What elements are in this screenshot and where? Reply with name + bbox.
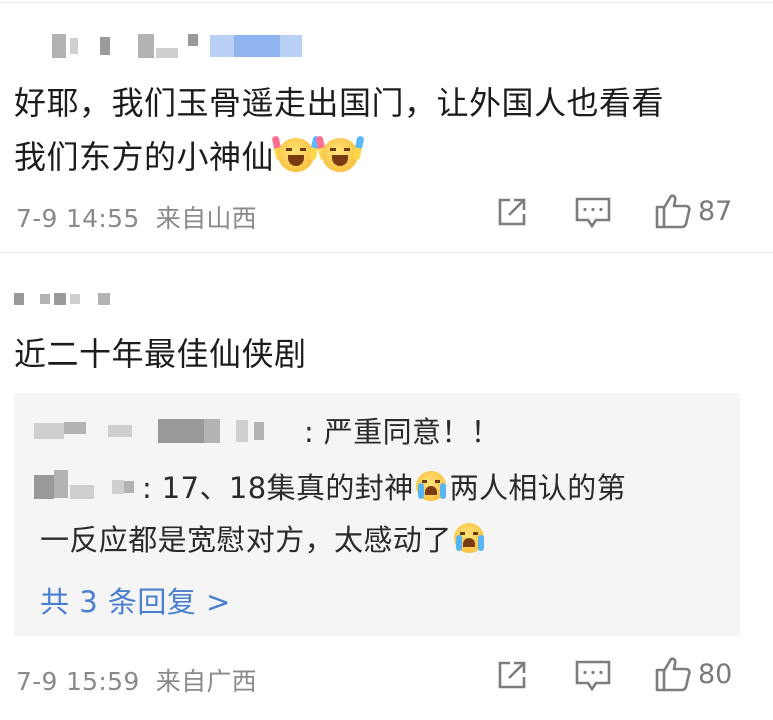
crying-emoji bbox=[452, 521, 488, 555]
more-replies-link[interactable]: 共 3 条回复 > bbox=[40, 579, 231, 621]
share-icon bbox=[498, 198, 526, 226]
reply-box[interactable]: : 严重同意！！ : 17、18集真的封神 两人相认的第 一反应都是宽慰对方，太感… bbox=[14, 393, 740, 636]
divider bbox=[0, 2, 773, 3]
cheer-emoji bbox=[271, 134, 321, 174]
thumbs-up-icon bbox=[655, 194, 691, 229]
like-count: 80 bbox=[698, 658, 733, 690]
comment-meta: 7-9 15:59 来自广西 bbox=[16, 662, 257, 698]
reply-text: : 17、18集真的封神 两人相认的第 bbox=[142, 469, 627, 505]
comment-time: 7-9 14:55 bbox=[16, 204, 140, 233]
comment-icon bbox=[575, 660, 611, 692]
reply-username-censored[interactable] bbox=[34, 470, 134, 499]
comment-text: 近二十年最佳仙侠剧 bbox=[14, 335, 307, 373]
username-censored[interactable] bbox=[52, 34, 302, 58]
comment-button[interactable] bbox=[574, 659, 612, 693]
comment-button[interactable] bbox=[574, 196, 612, 230]
username-censored[interactable] bbox=[14, 293, 110, 305]
comment-text: 好耶，我们玉骨遥走出国门，让外国人也看看 我们东方的小神仙 bbox=[14, 84, 665, 176]
thumbs-up-icon bbox=[655, 657, 691, 692]
comment-location: 来自广西 bbox=[155, 667, 257, 696]
reply-text-continued: 一反应都是宽慰对方，太感动了 bbox=[40, 515, 488, 565]
like-button[interactable]: 80 bbox=[654, 655, 732, 693]
share-button[interactable] bbox=[494, 194, 530, 230]
share-button[interactable] bbox=[494, 657, 530, 693]
divider bbox=[0, 252, 773, 253]
comment-list: 好耶，我们玉骨遥走出国门，让外国人也看看 我们东方的小神仙 7-9 14:55 … bbox=[0, 0, 773, 720]
reply-username-censored[interactable] bbox=[34, 419, 264, 443]
crying-emoji bbox=[414, 469, 450, 503]
reply-text: : 严重同意！！ bbox=[304, 415, 501, 449]
comment-time: 7-9 15:59 bbox=[16, 667, 140, 696]
share-icon bbox=[498, 661, 526, 689]
comment-icon bbox=[575, 197, 611, 229]
like-button[interactable]: 87 bbox=[654, 192, 732, 230]
cheer-emoji bbox=[315, 134, 365, 174]
comment-location: 来自山西 bbox=[155, 204, 257, 233]
like-count: 87 bbox=[698, 195, 733, 227]
comment-meta: 7-9 14:55 来自山西 bbox=[16, 199, 257, 235]
